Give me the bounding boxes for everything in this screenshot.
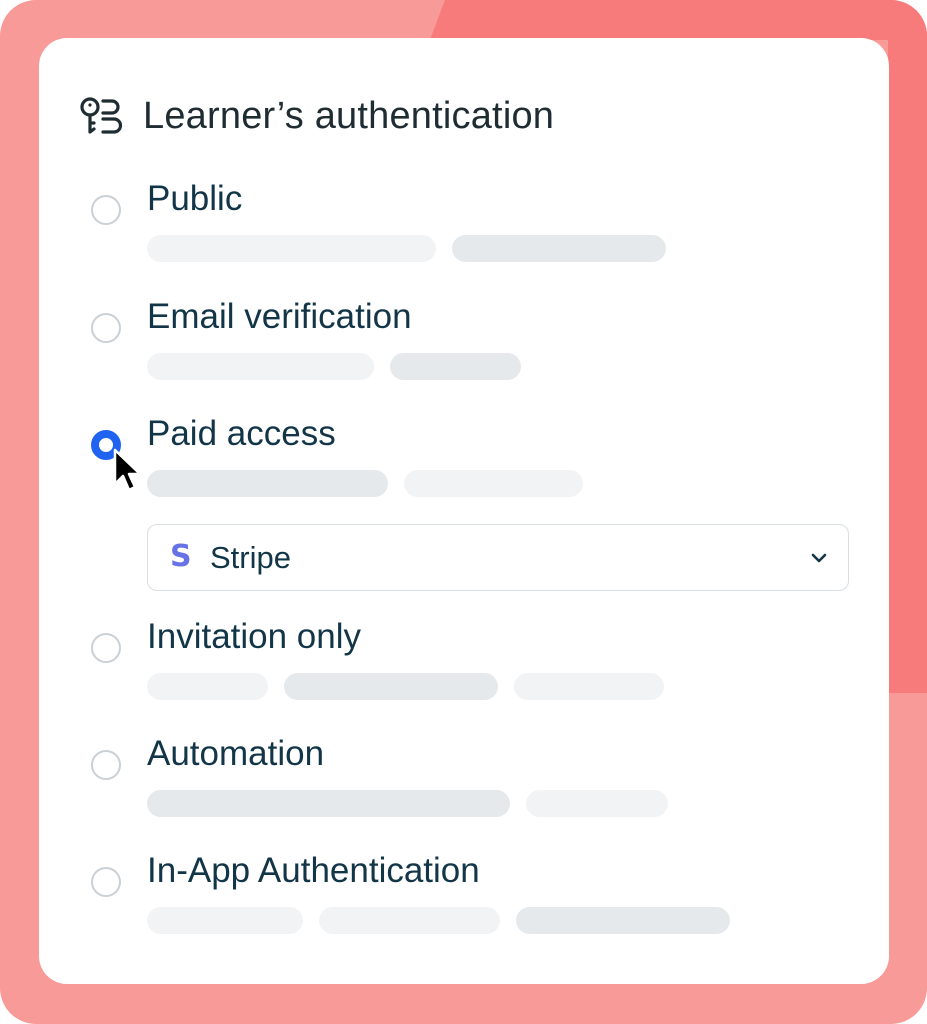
placeholder-bar	[147, 790, 510, 817]
option-label-invitation-only: Invitation only	[147, 617, 362, 656]
option-label-automation: Automation	[147, 734, 325, 773]
radio-invitation-only[interactable]	[91, 633, 121, 663]
placeholder-bar	[147, 470, 388, 497]
background-shape	[430, 0, 927, 40]
background-shape	[888, 30, 927, 693]
option-label-paid-access: Paid access	[147, 414, 336, 453]
placeholder-bar	[516, 907, 730, 934]
stripe-s-icon: S	[170, 539, 192, 574]
chevron-down-icon[interactable]	[810, 551, 828, 565]
key-list-icon	[80, 97, 123, 134]
placeholder-bar	[526, 790, 668, 817]
placeholder-bar	[390, 353, 521, 380]
option-label-in-app-authentication: In-App Authentication	[147, 851, 480, 890]
option-label-public: Public	[147, 179, 243, 218]
placeholder-bar	[452, 235, 666, 262]
option-label-email-verification: Email verification	[147, 297, 412, 336]
panel-title: Learner’s authentication	[143, 94, 555, 137]
placeholder-bar	[147, 235, 436, 262]
placeholder-bar	[319, 907, 500, 934]
radio-automation[interactable]	[91, 750, 121, 780]
placeholder-bar	[147, 907, 303, 934]
card-header: Learner’s authentication	[79, 94, 554, 138]
authentication-card: Learner’s authentication Public Email ve…	[39, 38, 889, 984]
radio-public[interactable]	[91, 195, 121, 225]
payment-provider-value: Stripe	[210, 540, 291, 575]
placeholder-bar	[147, 353, 374, 380]
placeholder-bar	[404, 470, 583, 497]
placeholder-bar	[514, 673, 664, 700]
radio-in-app-authentication[interactable]	[91, 867, 121, 897]
arrow-pointer-icon	[113, 448, 142, 492]
placeholder-bar	[284, 673, 498, 700]
payment-provider-select[interactable]: S Stripe	[147, 524, 849, 591]
placeholder-bar	[147, 673, 268, 700]
radio-email-verification[interactable]	[91, 313, 121, 343]
